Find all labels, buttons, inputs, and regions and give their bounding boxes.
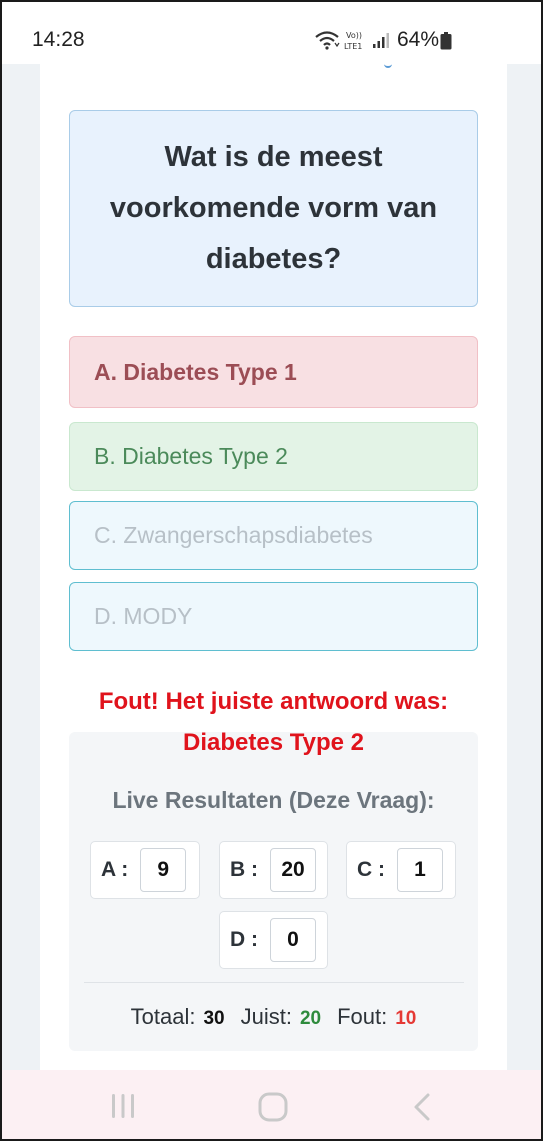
status-bar: 14:28 Vo)) LTE1 64% xyxy=(2,2,541,64)
answer-option-c[interactable]: C. Zwangerschapsdiabetes xyxy=(69,501,478,570)
stat-card-b: B : 20 xyxy=(219,841,328,899)
svg-text:Vo)): Vo)) xyxy=(346,31,362,40)
feedback-line-1: Fout! Het juiste antwoord was: xyxy=(98,688,449,715)
feedback-correct-answer: Diabetes Type 2 xyxy=(183,729,364,756)
battery-icon xyxy=(440,32,452,50)
svg-text:LTE1: LTE1 xyxy=(344,42,362,51)
stat-value-b: 20 xyxy=(270,848,316,892)
signal-icon xyxy=(373,33,389,48)
recent-apps-icon[interactable] xyxy=(108,1092,138,1120)
results-divider xyxy=(84,982,464,983)
stat-card-a: A : 9 xyxy=(90,841,200,899)
correct-value: 20 xyxy=(299,1008,322,1029)
back-icon[interactable] xyxy=(410,1092,434,1122)
answer-option-d[interactable]: D. MODY xyxy=(69,582,478,651)
wrong-value: 10 xyxy=(395,1008,417,1029)
results-totals: Totaal: 30 Juist: 20 Fout: 10 xyxy=(40,1004,507,1030)
stat-value-c: 1 xyxy=(397,848,443,892)
wrong-label: Fout: xyxy=(337,1004,388,1029)
quiz-page: Wat is de meest voorkomende vorm van dia… xyxy=(40,64,507,1074)
total-label: Totaal: xyxy=(130,1004,196,1029)
total-value: 30 xyxy=(203,1008,225,1029)
correct-label: Juist: xyxy=(240,1004,292,1029)
stat-label-a: A : xyxy=(101,858,129,881)
stat-label-c: C : xyxy=(357,858,385,881)
home-icon[interactable] xyxy=(257,1092,289,1122)
status-time: 14:28 xyxy=(32,28,85,51)
feedback-message: Fout! Het juiste antwoord was: Diabetes … xyxy=(40,681,507,763)
question-text: Wat is de meest voorkomende vorm van dia… xyxy=(109,141,438,275)
battery-percent: 64% xyxy=(397,28,440,51)
stat-label-b: B : xyxy=(230,858,258,881)
system-nav-bar xyxy=(2,1070,541,1139)
results-title: Live Resultaten (Deze Vraag): xyxy=(112,787,435,813)
scroll-indicator xyxy=(384,64,392,68)
stat-value-a: 9 xyxy=(140,848,187,892)
volte-lte-icon: Vo)) LTE1 xyxy=(344,31,362,51)
wifi-icon xyxy=(315,31,340,50)
answer-option-a[interactable]: A. Diabetes Type 1 xyxy=(69,336,478,408)
phone-screen: 14:28 Vo)) LTE1 64% Wat is de meest voor… xyxy=(0,0,543,1141)
stat-value-d: 0 xyxy=(270,918,316,962)
stat-card-c: C : 1 xyxy=(346,841,456,899)
answer-option-b[interactable]: B. Diabetes Type 2 xyxy=(69,422,478,491)
stat-card-d: D : 0 xyxy=(219,911,328,969)
stat-label-d: D : xyxy=(230,928,258,951)
question-card: Wat is de meest voorkomende vorm van dia… xyxy=(69,110,478,307)
